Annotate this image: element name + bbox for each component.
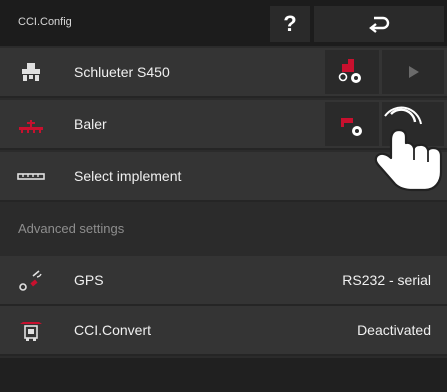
baler-next-button[interactable] <box>382 102 444 146</box>
gps-satellite-icon <box>19 270 42 291</box>
tractor-gear-icon <box>338 59 361 83</box>
tractor-row[interactable]: Schlueter S450 <box>0 48 447 98</box>
title-bar: CCI.Config ? <box>0 0 447 46</box>
gps-value: RS232 - serial <box>342 272 431 288</box>
tractor-name: Schlueter S450 <box>74 64 170 80</box>
gps-label: GPS <box>74 272 104 288</box>
back-button[interactable] <box>314 6 444 42</box>
baler-row[interactable]: Baler <box>0 100 447 150</box>
cci-convert-icon <box>20 322 42 341</box>
gps-row[interactable]: GPS RS232 - serial <box>0 256 447 306</box>
help-label: ? <box>283 11 297 36</box>
baler-settings-button[interactable] <box>325 102 379 146</box>
tractor-icon <box>22 63 40 81</box>
tractor-next-button[interactable] <box>382 50 444 94</box>
implement-bar-icon <box>17 173 45 180</box>
cci-convert-value: Deactivated <box>357 322 431 338</box>
baler-implement-icon <box>19 120 43 133</box>
play-icon <box>409 66 419 78</box>
section-label: Advanced settings <box>18 221 125 236</box>
back-arrow-icon <box>369 16 390 33</box>
baler-name: Baler <box>74 116 107 132</box>
help-button[interactable]: ? <box>270 6 310 42</box>
baler-gear-icon <box>341 118 362 136</box>
bottom-bar <box>0 358 447 392</box>
app-title: CCI.Config <box>18 16 72 28</box>
cci-convert-row[interactable]: CCI.Convert Deactivated <box>0 306 447 356</box>
select-implement-label: Select implement <box>74 168 182 184</box>
select-implement-row[interactable]: Select implement <box>0 152 447 202</box>
tractor-settings-button[interactable] <box>325 50 379 94</box>
cci-convert-label: CCI.Convert <box>74 322 152 338</box>
advanced-settings-heading: Advanced settings <box>0 204 447 252</box>
cci-config-screen: CCI.Config ? Schlueter S450 Baler Select… <box>0 0 447 392</box>
